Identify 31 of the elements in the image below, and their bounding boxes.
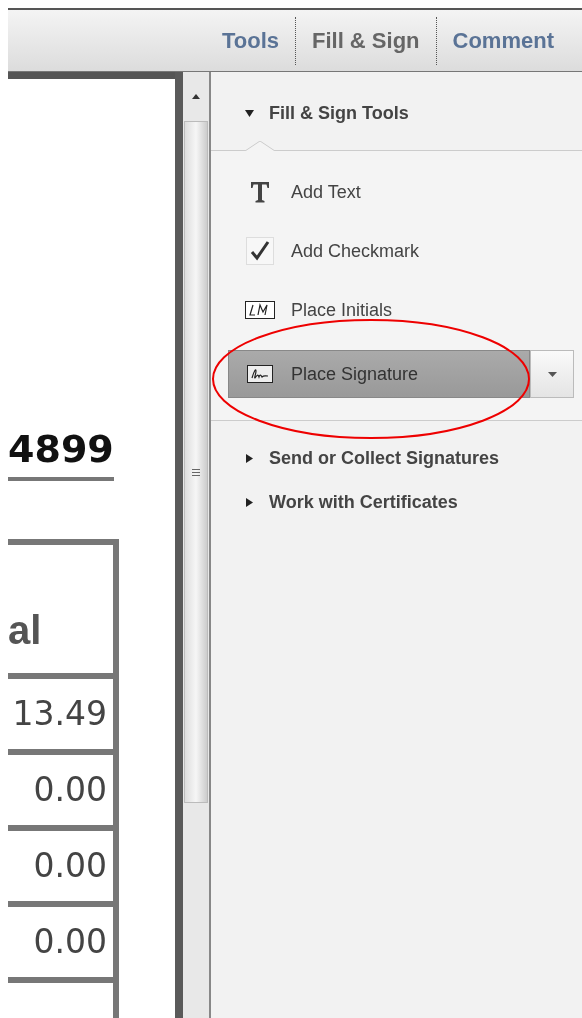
caret-icon bbox=[547, 371, 557, 377]
checkmark-icon bbox=[245, 237, 275, 265]
toolbar-tab[interactable]: Fill & Sign bbox=[300, 27, 432, 54]
scrollbar[interactable] bbox=[183, 72, 211, 1018]
document-number: 4899 bbox=[8, 427, 114, 481]
table-cell: 13.49 bbox=[8, 679, 113, 755]
toolbar-tab[interactable]: Tools bbox=[209, 27, 291, 54]
section-title: Send or Collect Signatures bbox=[269, 447, 500, 469]
section-title: Fill & Sign Tools bbox=[269, 102, 409, 124]
section-header[interactable]: Send or Collect Signatures bbox=[211, 447, 582, 469]
table-cell: 0.00 bbox=[8, 831, 113, 907]
grip-icon bbox=[192, 468, 200, 476]
scroll-thumb[interactable] bbox=[184, 121, 208, 803]
signature-icon bbox=[245, 365, 275, 383]
section-title: Work with Certificates bbox=[269, 491, 458, 513]
table-header-cell: al bbox=[8, 545, 113, 679]
tool-button[interactable]: Add Checkmark bbox=[211, 234, 582, 268]
initials-icon bbox=[245, 301, 275, 319]
section-header[interactable]: Work with Certificates bbox=[211, 491, 582, 513]
toolbar-tab[interactable]: Comment bbox=[440, 27, 566, 54]
tool-button[interactable]: Place Signature bbox=[228, 350, 530, 398]
table-cell: 0.00 bbox=[8, 907, 113, 983]
tool-button[interactable]: Place Initials bbox=[211, 293, 582, 327]
expand-icon bbox=[245, 453, 254, 463]
section-header[interactable]: Fill & Sign Tools bbox=[211, 102, 582, 124]
table-cell: 0.00 bbox=[8, 755, 113, 831]
dropdown-button[interactable] bbox=[530, 350, 574, 398]
collapse-icon bbox=[245, 108, 254, 118]
tool-button[interactable]: Add Text bbox=[211, 175, 582, 209]
expand-icon bbox=[245, 497, 254, 507]
scroll-up-icon[interactable] bbox=[192, 94, 200, 99]
